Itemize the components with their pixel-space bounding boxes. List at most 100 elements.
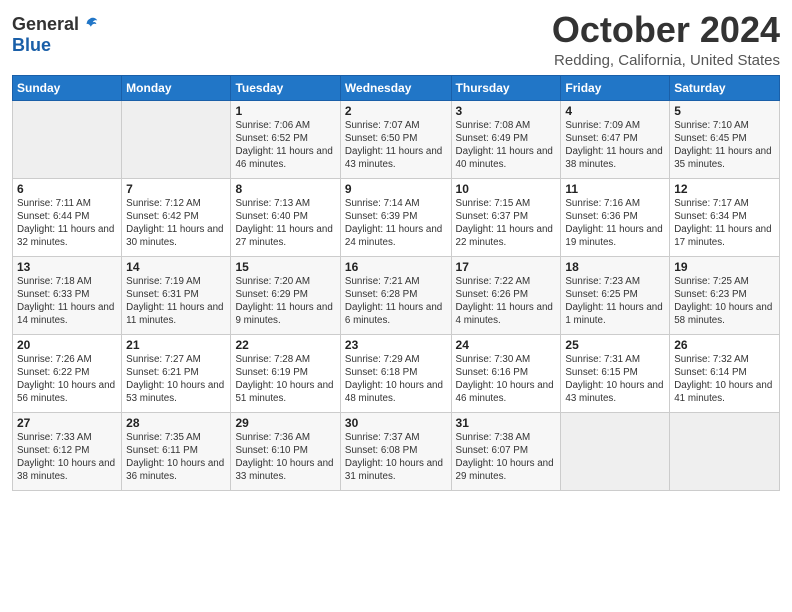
- calendar-cell: 1Sunrise: 7:06 AM Sunset: 6:52 PM Daylig…: [231, 100, 340, 178]
- calendar-cell: 15Sunrise: 7:20 AM Sunset: 6:29 PM Dayli…: [231, 256, 340, 334]
- day-number: 9: [345, 182, 447, 196]
- day-info: Sunrise: 7:23 AM Sunset: 6:25 PM Dayligh…: [565, 275, 665, 328]
- day-info: Sunrise: 7:33 AM Sunset: 6:12 PM Dayligh…: [17, 431, 117, 484]
- weekday-header: Tuesday: [231, 75, 340, 100]
- calendar-body: 1Sunrise: 7:06 AM Sunset: 6:52 PM Daylig…: [13, 100, 780, 490]
- day-number: 20: [17, 338, 117, 352]
- day-info: Sunrise: 7:20 AM Sunset: 6:29 PM Dayligh…: [235, 275, 335, 328]
- calendar-cell: 18Sunrise: 7:23 AM Sunset: 6:25 PM Dayli…: [561, 256, 670, 334]
- day-number: 26: [674, 338, 775, 352]
- calendar-cell: 25Sunrise: 7:31 AM Sunset: 6:15 PM Dayli…: [561, 334, 670, 412]
- day-number: 18: [565, 260, 665, 274]
- day-info: Sunrise: 7:30 AM Sunset: 6:16 PM Dayligh…: [456, 353, 557, 406]
- calendar-cell: 8Sunrise: 7:13 AM Sunset: 6:40 PM Daylig…: [231, 178, 340, 256]
- calendar-cell: 19Sunrise: 7:25 AM Sunset: 6:23 PM Dayli…: [670, 256, 780, 334]
- logo-blue-text: Blue: [12, 35, 51, 56]
- day-number: 28: [126, 416, 226, 430]
- day-number: 15: [235, 260, 335, 274]
- calendar-cell: 24Sunrise: 7:30 AM Sunset: 6:16 PM Dayli…: [451, 334, 561, 412]
- day-info: Sunrise: 7:12 AM Sunset: 6:42 PM Dayligh…: [126, 197, 226, 250]
- day-number: 8: [235, 182, 335, 196]
- calendar-cell: 17Sunrise: 7:22 AM Sunset: 6:26 PM Dayli…: [451, 256, 561, 334]
- weekday-header: Friday: [561, 75, 670, 100]
- day-number: 29: [235, 416, 335, 430]
- calendar-cell: 3Sunrise: 7:08 AM Sunset: 6:49 PM Daylig…: [451, 100, 561, 178]
- weekday-header: Thursday: [451, 75, 561, 100]
- calendar-cell: 28Sunrise: 7:35 AM Sunset: 6:11 PM Dayli…: [122, 412, 231, 490]
- day-number: 22: [235, 338, 335, 352]
- day-info: Sunrise: 7:37 AM Sunset: 6:08 PM Dayligh…: [345, 431, 447, 484]
- calendar-cell: 7Sunrise: 7:12 AM Sunset: 6:42 PM Daylig…: [122, 178, 231, 256]
- day-number: 10: [456, 182, 557, 196]
- day-info: Sunrise: 7:36 AM Sunset: 6:10 PM Dayligh…: [235, 431, 335, 484]
- weekday-header: Sunday: [13, 75, 122, 100]
- calendar-cell: 10Sunrise: 7:15 AM Sunset: 6:37 PM Dayli…: [451, 178, 561, 256]
- day-info: Sunrise: 7:31 AM Sunset: 6:15 PM Dayligh…: [565, 353, 665, 406]
- weekday-header: Saturday: [670, 75, 780, 100]
- day-number: 4: [565, 104, 665, 118]
- weekday-header: Monday: [122, 75, 231, 100]
- calendar-cell: 11Sunrise: 7:16 AM Sunset: 6:36 PM Dayli…: [561, 178, 670, 256]
- day-number: 5: [674, 104, 775, 118]
- day-number: 27: [17, 416, 117, 430]
- calendar-cell: 12Sunrise: 7:17 AM Sunset: 6:34 PM Dayli…: [670, 178, 780, 256]
- day-info: Sunrise: 7:18 AM Sunset: 6:33 PM Dayligh…: [17, 275, 117, 328]
- day-number: 3: [456, 104, 557, 118]
- calendar-cell: 31Sunrise: 7:38 AM Sunset: 6:07 PM Dayli…: [451, 412, 561, 490]
- day-number: 11: [565, 182, 665, 196]
- calendar-week-row: 27Sunrise: 7:33 AM Sunset: 6:12 PM Dayli…: [13, 412, 780, 490]
- calendar-cell: 2Sunrise: 7:07 AM Sunset: 6:50 PM Daylig…: [340, 100, 451, 178]
- calendar-container: General Blue October 2024 Redding, Calif…: [0, 0, 792, 499]
- day-info: Sunrise: 7:22 AM Sunset: 6:26 PM Dayligh…: [456, 275, 557, 328]
- calendar-cell: [670, 412, 780, 490]
- location-text: Redding, California, United States: [552, 52, 780, 69]
- calendar-cell: [122, 100, 231, 178]
- day-number: 30: [345, 416, 447, 430]
- calendar-cell: 14Sunrise: 7:19 AM Sunset: 6:31 PM Dayli…: [122, 256, 231, 334]
- day-info: Sunrise: 7:19 AM Sunset: 6:31 PM Dayligh…: [126, 275, 226, 328]
- day-number: 1: [235, 104, 335, 118]
- day-info: Sunrise: 7:17 AM Sunset: 6:34 PM Dayligh…: [674, 197, 775, 250]
- calendar-week-row: 20Sunrise: 7:26 AM Sunset: 6:22 PM Dayli…: [13, 334, 780, 412]
- day-info: Sunrise: 7:14 AM Sunset: 6:39 PM Dayligh…: [345, 197, 447, 250]
- calendar-cell: 21Sunrise: 7:27 AM Sunset: 6:21 PM Dayli…: [122, 334, 231, 412]
- day-number: 2: [345, 104, 447, 118]
- calendar-cell: 5Sunrise: 7:10 AM Sunset: 6:45 PM Daylig…: [670, 100, 780, 178]
- logo-bird-icon: [81, 16, 99, 34]
- day-number: 14: [126, 260, 226, 274]
- day-info: Sunrise: 7:21 AM Sunset: 6:28 PM Dayligh…: [345, 275, 447, 328]
- day-info: Sunrise: 7:07 AM Sunset: 6:50 PM Dayligh…: [345, 119, 447, 172]
- calendar-cell: 26Sunrise: 7:32 AM Sunset: 6:14 PM Dayli…: [670, 334, 780, 412]
- day-number: 25: [565, 338, 665, 352]
- day-info: Sunrise: 7:13 AM Sunset: 6:40 PM Dayligh…: [235, 197, 335, 250]
- calendar-cell: 22Sunrise: 7:28 AM Sunset: 6:19 PM Dayli…: [231, 334, 340, 412]
- day-number: 16: [345, 260, 447, 274]
- day-number: 6: [17, 182, 117, 196]
- day-info: Sunrise: 7:11 AM Sunset: 6:44 PM Dayligh…: [17, 197, 117, 250]
- calendar-header: General Blue October 2024 Redding, Calif…: [12, 10, 780, 69]
- day-info: Sunrise: 7:16 AM Sunset: 6:36 PM Dayligh…: [565, 197, 665, 250]
- calendar-cell: [13, 100, 122, 178]
- calendar-week-row: 1Sunrise: 7:06 AM Sunset: 6:52 PM Daylig…: [13, 100, 780, 178]
- calendar-cell: 27Sunrise: 7:33 AM Sunset: 6:12 PM Dayli…: [13, 412, 122, 490]
- calendar-cell: 29Sunrise: 7:36 AM Sunset: 6:10 PM Dayli…: [231, 412, 340, 490]
- day-info: Sunrise: 7:38 AM Sunset: 6:07 PM Dayligh…: [456, 431, 557, 484]
- day-number: 13: [17, 260, 117, 274]
- day-number: 21: [126, 338, 226, 352]
- day-info: Sunrise: 7:09 AM Sunset: 6:47 PM Dayligh…: [565, 119, 665, 172]
- calendar-week-row: 6Sunrise: 7:11 AM Sunset: 6:44 PM Daylig…: [13, 178, 780, 256]
- logo-general-text: General: [12, 14, 79, 35]
- calendar-cell: 16Sunrise: 7:21 AM Sunset: 6:28 PM Dayli…: [340, 256, 451, 334]
- day-number: 12: [674, 182, 775, 196]
- calendar-cell: 13Sunrise: 7:18 AM Sunset: 6:33 PM Dayli…: [13, 256, 122, 334]
- weekday-header: Wednesday: [340, 75, 451, 100]
- calendar-cell: 30Sunrise: 7:37 AM Sunset: 6:08 PM Dayli…: [340, 412, 451, 490]
- day-info: Sunrise: 7:26 AM Sunset: 6:22 PM Dayligh…: [17, 353, 117, 406]
- day-info: Sunrise: 7:10 AM Sunset: 6:45 PM Dayligh…: [674, 119, 775, 172]
- day-info: Sunrise: 7:27 AM Sunset: 6:21 PM Dayligh…: [126, 353, 226, 406]
- calendar-cell: 9Sunrise: 7:14 AM Sunset: 6:39 PM Daylig…: [340, 178, 451, 256]
- calendar-cell: [561, 412, 670, 490]
- day-number: 19: [674, 260, 775, 274]
- calendar-cell: 23Sunrise: 7:29 AM Sunset: 6:18 PM Dayli…: [340, 334, 451, 412]
- day-info: Sunrise: 7:25 AM Sunset: 6:23 PM Dayligh…: [674, 275, 775, 328]
